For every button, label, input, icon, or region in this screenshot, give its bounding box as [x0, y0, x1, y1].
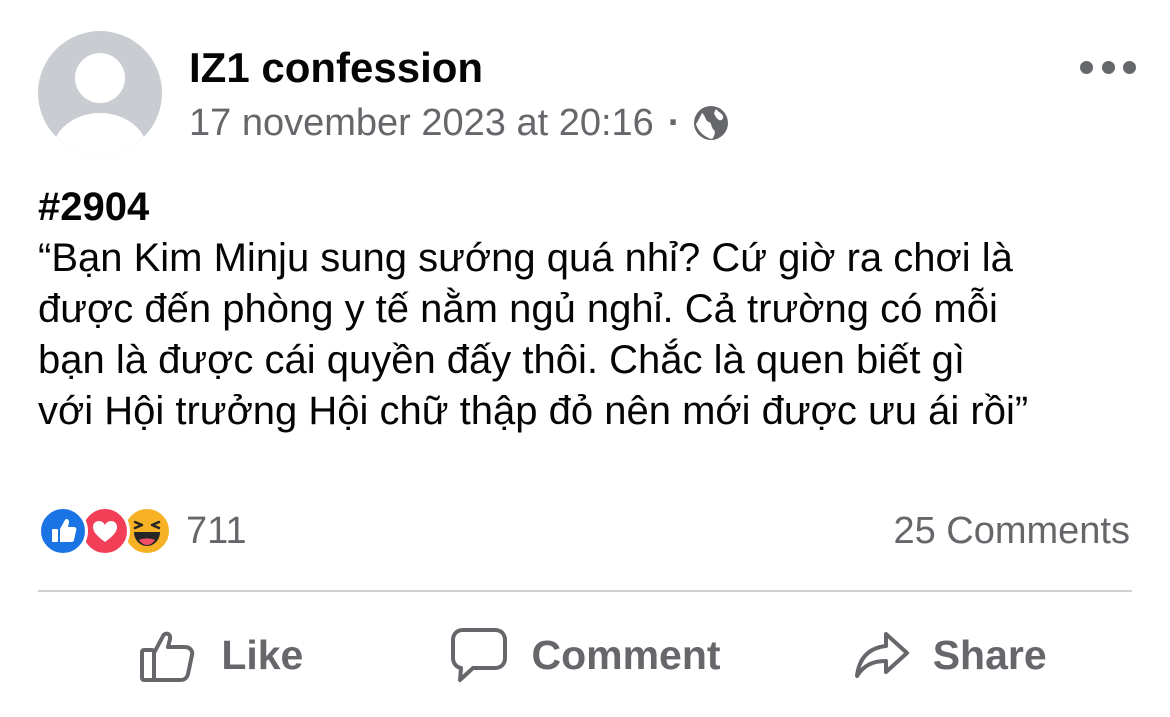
post-body-line: bạn là được cái quyền đấy thôi. Chắc là …	[38, 338, 965, 382]
like-icon	[38, 506, 88, 556]
post-body-line: được đến phòng y tế nằm ngủ nghỉ. Cả trư…	[38, 287, 998, 331]
comment-button[interactable]: Comment	[403, 600, 768, 710]
more-dot	[1080, 60, 1093, 74]
comment-bubble-icon	[451, 628, 508, 682]
reactions-summary[interactable]: 711	[38, 505, 247, 557]
facebook-post: IZ1 confession 17 november 2023 at 20:16…	[0, 0, 1170, 717]
post-body-line: với Hội trưởng Hội chữ thập đỏ nên mới đ…	[38, 389, 1029, 433]
avatar-shoulders-shape	[52, 113, 148, 155]
avatar[interactable]	[38, 31, 162, 155]
share-button[interactable]: Share	[767, 600, 1132, 710]
more-dot	[1123, 60, 1136, 74]
avatar-head-shape	[75, 53, 125, 103]
post-body: #2904 “Bạn Kim Minju sung sướng quá nhỉ?…	[38, 182, 1148, 437]
more-options-icon[interactable]	[1080, 56, 1136, 78]
post-hashtag[interactable]: #2904	[38, 182, 1148, 233]
share-label: Share	[932, 631, 1047, 678]
divider	[38, 590, 1132, 592]
thumbs-up-icon	[140, 631, 195, 682]
like-button[interactable]: Like	[38, 600, 403, 710]
reaction-count: 711	[186, 509, 247, 552]
share-arrow-icon	[854, 632, 909, 678]
comments-count-link[interactable]: 25 Comments	[893, 505, 1130, 557]
action-bar: Like Comment Share	[38, 600, 1132, 710]
post-timestamp[interactable]: 17 november 2023 at 20:16	[189, 102, 654, 145]
page-name[interactable]: IZ1 confession	[189, 42, 483, 94]
post-meta: 17 november 2023 at 20:16 ·	[189, 98, 730, 148]
like-label: Like	[221, 631, 304, 678]
comment-label: Comment	[531, 631, 721, 678]
post-body-line: “Bạn Kim Minju sung sướng quá nhỉ? Cứ gi…	[38, 236, 1013, 280]
globe-icon[interactable]	[692, 104, 730, 142]
meta-separator: ·	[667, 101, 681, 144]
more-dot	[1101, 60, 1115, 74]
